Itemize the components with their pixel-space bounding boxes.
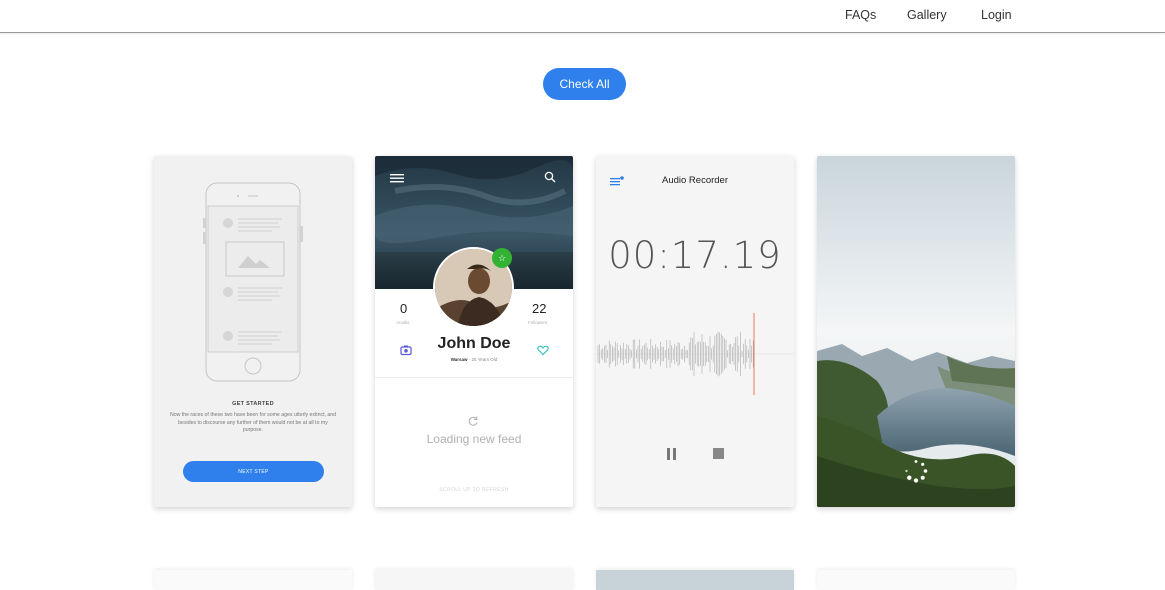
followers-count: 22 (532, 301, 547, 316)
search-icon[interactable] (543, 170, 557, 184)
onboarding-description: Now the races of these two have been for… (169, 412, 337, 433)
pause-icon[interactable] (666, 448, 677, 460)
nav-link-gallery[interactable]: Gallery (907, 8, 947, 22)
audio-recorder-card[interactable]: Audio Recorder 00:17.19 (596, 156, 794, 507)
phone-wireframe-illustration (203, 182, 303, 382)
nav-link-login[interactable]: Login (981, 8, 1012, 22)
landscape-loading-card (817, 156, 1015, 507)
profile-card[interactable]: ☆ 0 Anoiks 22 Followers John Doe Warsaw … (375, 156, 573, 507)
audio-waveform (596, 313, 794, 395)
recorder-title: Audio Recorder (661, 175, 728, 186)
scroll-hint: SCROLL UP TO REFRESH (439, 487, 509, 493)
star-icon[interactable]: ☆ (492, 248, 512, 268)
loading-feed-text: Loading new feed (426, 432, 522, 446)
left-stat-label: Anoiks (396, 320, 410, 325)
next-row-card-3[interactable] (596, 570, 794, 590)
recording-timer: 00:17.19 (608, 234, 782, 277)
profile-city: Warsaw (450, 357, 468, 362)
profile-age: 25 Years Old (471, 357, 498, 362)
menu-icon[interactable] (390, 171, 404, 185)
onboarding-title: GET STARTED (232, 401, 274, 407)
onboarding-card[interactable]: GET STARTED Now the races of these two h… (154, 156, 352, 507)
left-stat-value: 0 (400, 301, 408, 316)
check-all-button[interactable]: Check All (543, 68, 626, 100)
top-navigation-bar: FAQs Gallery Login (0, 0, 1165, 33)
next-row-card-4[interactable] (817, 570, 1015, 590)
next-row-card-2[interactable] (375, 570, 573, 590)
stop-icon[interactable] (713, 448, 724, 459)
profile-meta: Warsaw · 25 Years Old (450, 357, 498, 362)
nav-link-faqs[interactable]: FAQs (845, 8, 876, 22)
refresh-icon[interactable] (467, 415, 479, 427)
heart-icon[interactable] (537, 344, 549, 356)
fjord-landscape-image (817, 156, 1015, 507)
next-step-button[interactable]: NEXT STEP (183, 461, 324, 482)
profile-divider (375, 377, 573, 378)
next-row-card-1[interactable] (154, 570, 352, 590)
spinner-icon (905, 460, 928, 483)
followers-label: Followers (528, 320, 548, 325)
